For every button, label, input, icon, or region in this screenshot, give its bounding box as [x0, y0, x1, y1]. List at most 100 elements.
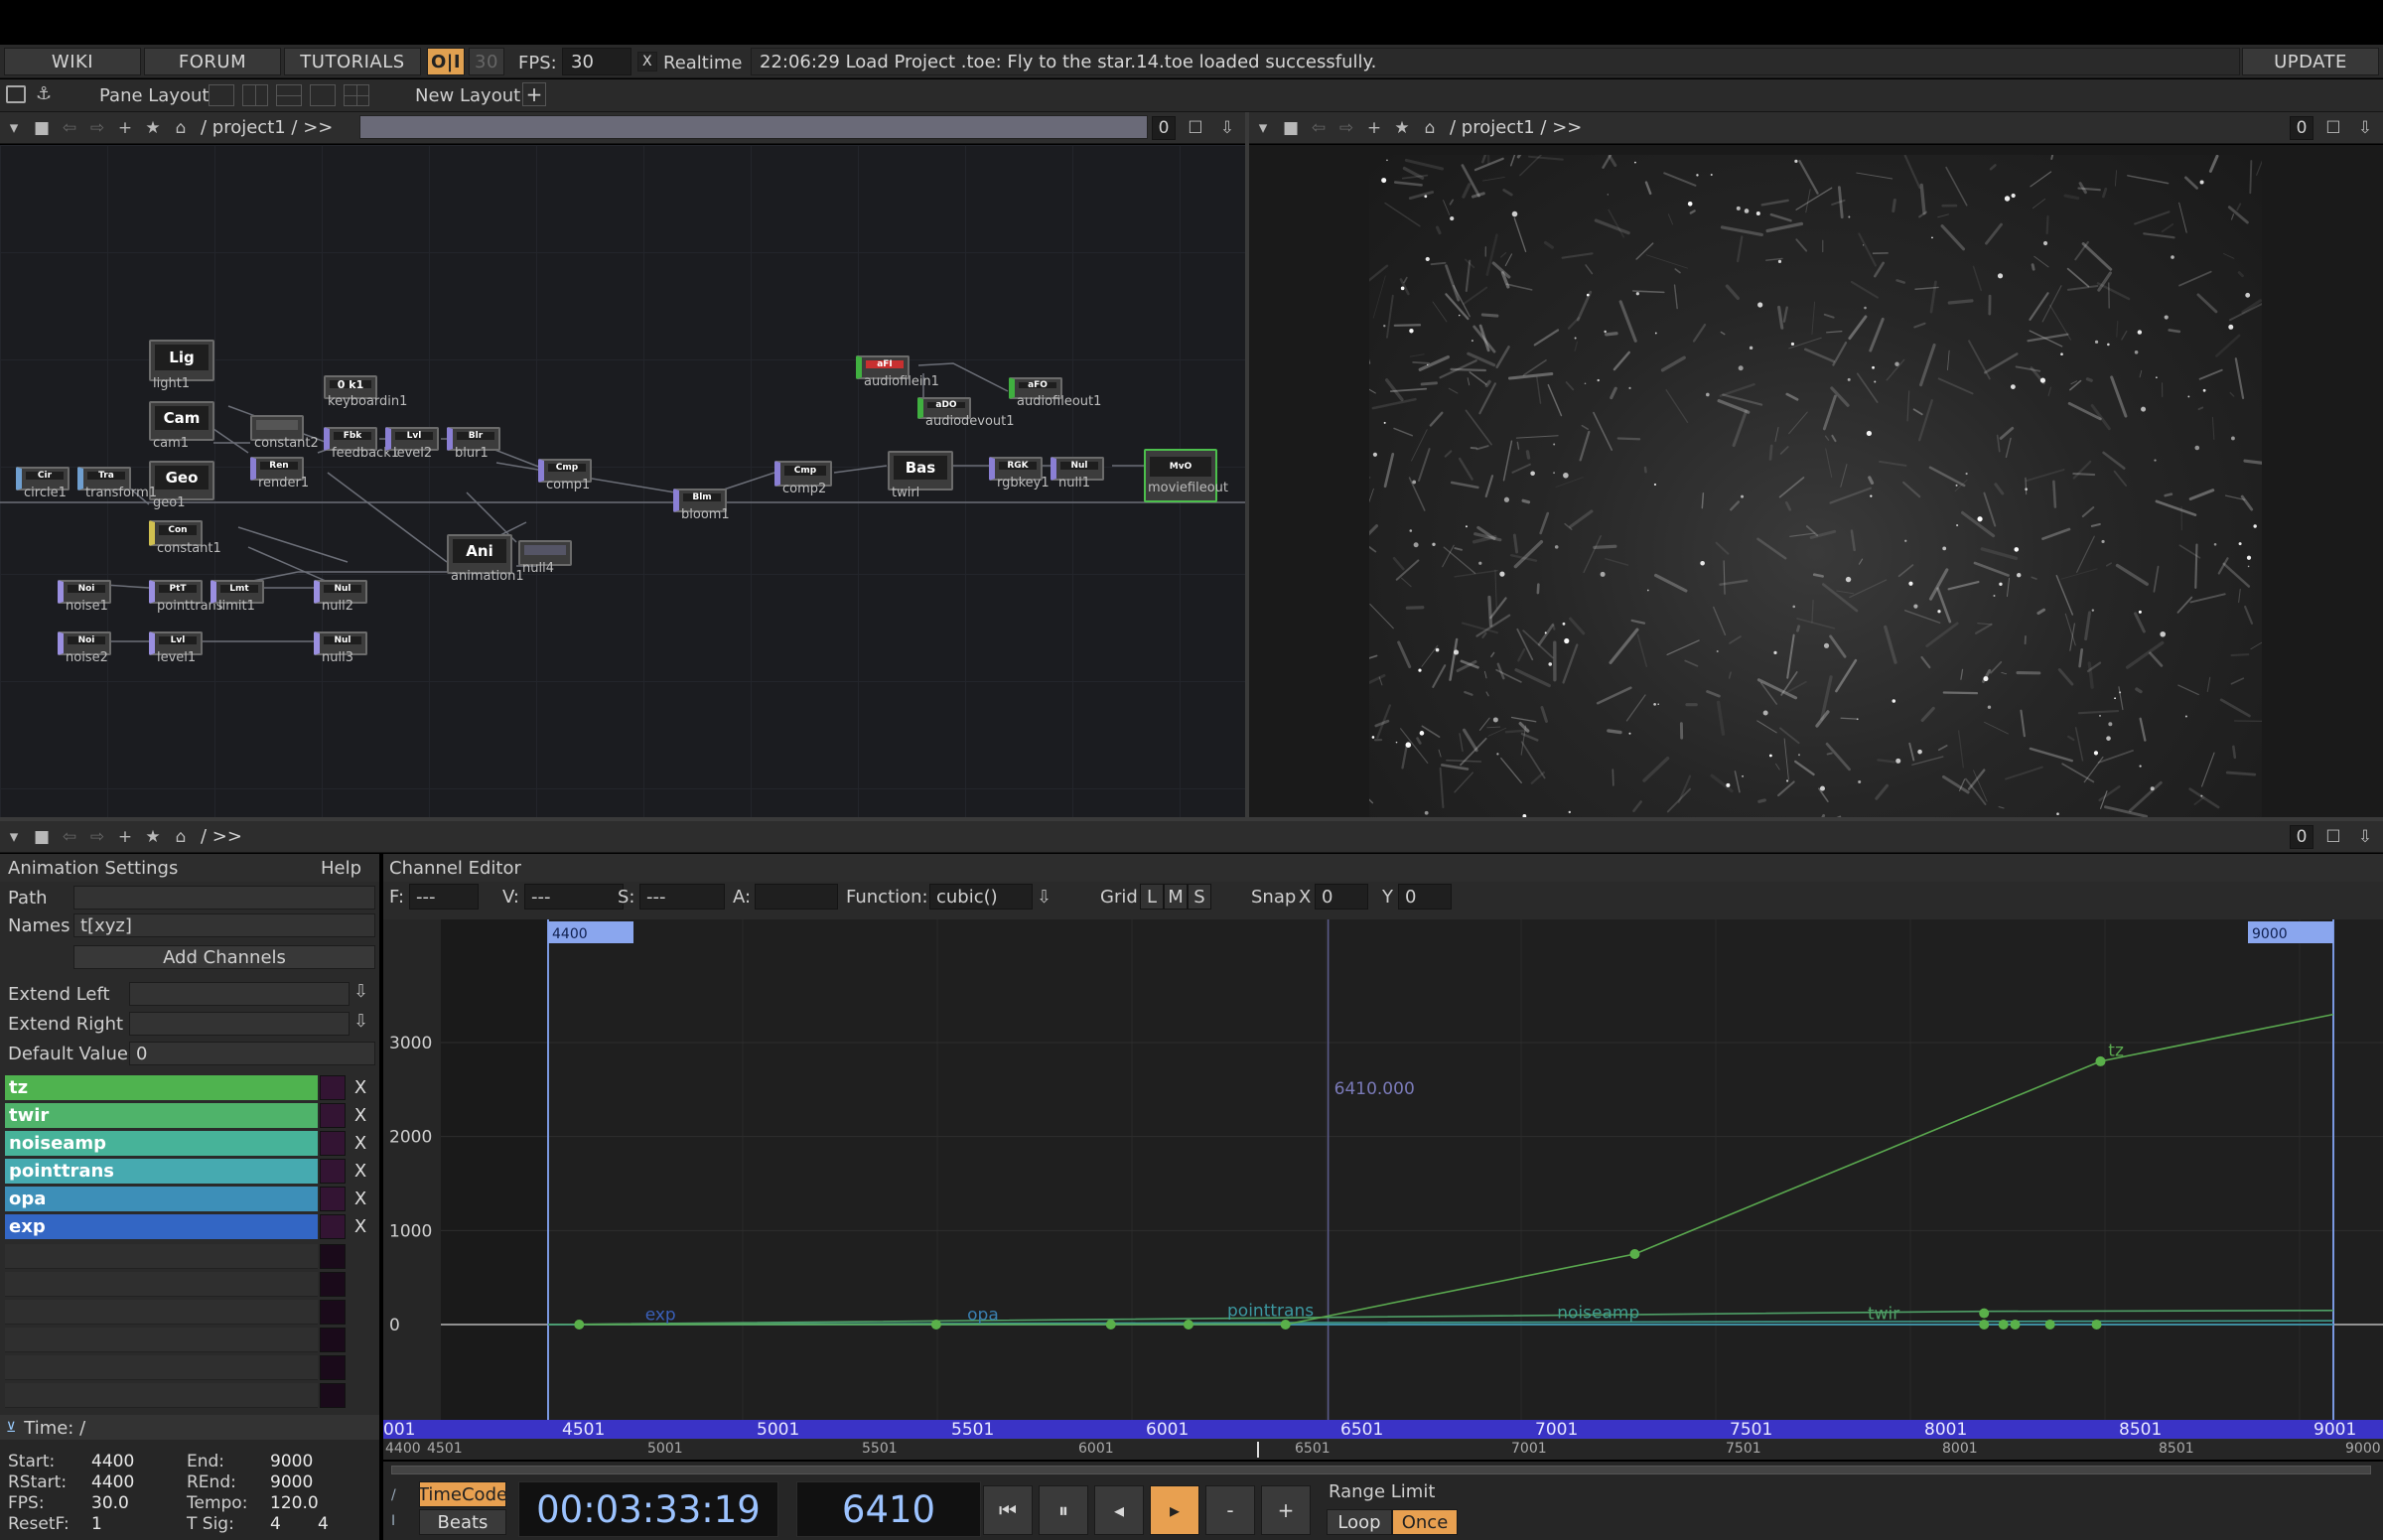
node-constant1[interactable]: Con constant1	[149, 520, 221, 556]
remove-channel-button[interactable]: X	[350, 1131, 371, 1156]
node-comp2[interactable]: Cmp comp2	[774, 461, 832, 496]
extend-left-field[interactable]	[129, 982, 350, 1006]
node-feedback1[interactable]: Fbk feedback1	[324, 427, 399, 461]
realtime-checkbox[interactable]: X	[637, 52, 657, 71]
tutorials-button[interactable]: TUTORIALS	[284, 48, 421, 75]
frame-display[interactable]: 6410	[796, 1481, 981, 1537]
forward-icon[interactable]: ⇨	[83, 114, 111, 142]
rend-value[interactable]: 9000	[270, 1472, 313, 1492]
grid-m-button[interactable]: M	[1164, 884, 1188, 910]
image-icon[interactable]	[6, 85, 26, 103]
slope-field[interactable]: ---	[639, 884, 725, 910]
timeline-scrollbar[interactable]	[391, 1466, 2371, 1474]
layout-quad-icon[interactable]	[344, 84, 369, 106]
time-filter-icon[interactable]: ⊻	[6, 1420, 16, 1436]
wiki-button[interactable]: WIKI	[4, 48, 141, 75]
function-dropdown-icon[interactable]: ⇩	[1037, 884, 1051, 910]
path-input[interactable]	[359, 115, 1148, 139]
timeline-ruler[interactable]: 4400 4501 5001 5501 6001 6501 7001 7501 8001 8501…	[383, 1440, 2383, 1460]
bottom-path[interactable]: / >>	[201, 826, 242, 847]
pause-button[interactable]: ⏸	[1039, 1485, 1088, 1535]
bookmark-star-icon[interactable]: ★	[1388, 114, 1416, 142]
play-forward-button[interactable]: ▸	[1150, 1485, 1199, 1535]
fps-value[interactable]: 30.0	[91, 1493, 129, 1513]
loop-button[interactable]: Loop	[1327, 1509, 1392, 1535]
node-limit1[interactable]: Lmt limit1	[210, 580, 264, 614]
node-twirl[interactable]: Bas twirl	[888, 451, 953, 500]
channel-color-swatch[interactable]	[320, 1187, 346, 1211]
forum-button[interactable]: FORUM	[144, 48, 281, 75]
node-transform1[interactable]: Tra transform1	[77, 467, 157, 500]
fps-field[interactable]: 30	[562, 48, 631, 75]
grid-s-button[interactable]: S	[1188, 884, 1211, 910]
node-animation1[interactable]: Ani animation1	[447, 534, 524, 584]
layout-split-horizontal-icon[interactable]	[276, 84, 302, 106]
beats-toggle-icon[interactable]: I	[391, 1513, 395, 1529]
pane-menu-chevron-icon[interactable]: ▾	[0, 114, 28, 142]
rstart-value[interactable]: 4400	[91, 1472, 134, 1492]
play-reverse-button[interactable]: ◂	[1094, 1485, 1144, 1535]
channel-color-swatch[interactable]	[320, 1075, 346, 1100]
extend-right-dropdown-icon[interactable]: ⇩	[353, 1011, 368, 1032]
remove-channel-button[interactable]: X	[350, 1187, 371, 1211]
add-icon[interactable]: +	[1360, 114, 1388, 142]
layout-split-vertical-icon[interactable]	[242, 84, 268, 106]
update-button[interactable]: UPDATE	[2242, 48, 2379, 75]
channel-row-opa[interactable]: opa	[5, 1187, 318, 1211]
timecode-mode-button[interactable]: TimeCode	[418, 1481, 507, 1507]
node-circle1[interactable]: Cir circle1	[16, 467, 70, 500]
node-level1[interactable]: Lvl level1	[149, 631, 203, 665]
node-bloom1[interactable]: Blm bloom1	[673, 489, 730, 522]
maximize-icon[interactable]: ☐	[1182, 114, 1209, 142]
node-audiofileout1[interactable]: aFO audiofileout1	[1009, 377, 1101, 409]
layout-single-icon[interactable]	[209, 84, 234, 106]
remove-channel-button[interactable]: X	[350, 1075, 371, 1100]
playhead-marker[interactable]	[1257, 1442, 1259, 1458]
step-forward-button[interactable]: +	[1261, 1485, 1311, 1535]
remove-channel-button[interactable]: X	[350, 1214, 371, 1239]
maximize-icon[interactable]: ☐	[2319, 114, 2347, 142]
channel-color-swatch[interactable]	[320, 1131, 346, 1156]
node-null4[interactable]: null4	[518, 540, 572, 576]
extend-right-field[interactable]	[129, 1012, 350, 1036]
layout-triple-icon[interactable]	[310, 84, 336, 106]
beats-mode-button[interactable]: Beats	[419, 1509, 506, 1535]
snap-y-field[interactable]: 0	[1398, 884, 1452, 910]
node-constant2[interactable]: constant2	[250, 415, 319, 451]
accel-field[interactable]	[755, 884, 838, 910]
timecode-toggle-icon[interactable]: /	[391, 1487, 396, 1503]
node-null1[interactable]: Nul null1	[1051, 457, 1104, 490]
node-null3[interactable]: Nul null3	[314, 631, 367, 665]
node-cam1[interactable]: Cam cam1	[149, 401, 214, 451]
add-channels-button[interactable]: Add Channels	[73, 945, 375, 969]
channel-color-swatch[interactable]	[320, 1214, 346, 1239]
add-icon[interactable]: +	[111, 823, 139, 851]
path-field[interactable]	[73, 886, 375, 910]
pane-menu-chevron-icon[interactable]: ▾	[1249, 114, 1277, 142]
end-value[interactable]: 9000	[270, 1452, 313, 1471]
start-value[interactable]: 4400	[91, 1452, 134, 1471]
viewer-pane[interactable]	[1249, 145, 2383, 817]
value-field[interactable]: ---	[524, 884, 624, 910]
channel-row-tz[interactable]: tz	[5, 1075, 318, 1100]
node-rgbkey1[interactable]: RGK rgbkey1	[989, 457, 1050, 490]
help-button[interactable]: Help	[321, 858, 361, 879]
channel-row-exp[interactable]: exp	[5, 1214, 318, 1239]
forward-icon[interactable]: ⇨	[1332, 114, 1360, 142]
node-comp1[interactable]: Cmp comp1	[538, 459, 592, 492]
node-pointtrans[interactable]: PtT pointtrans	[149, 580, 223, 614]
grid-l-button[interactable]: L	[1140, 884, 1164, 910]
pane-split-icon[interactable]: ⇩	[2351, 114, 2379, 142]
channel-row-pointtrans[interactable]: pointtrans	[5, 1159, 318, 1184]
network-editor[interactable]: Lig light1 Cam cam1 Geo geo1 Con constant1 0…	[0, 145, 1245, 817]
stop-icon[interactable]: ■	[28, 114, 56, 142]
add-layout-button[interactable]: +	[522, 82, 546, 106]
names-field[interactable]: t[xyz]	[73, 913, 375, 937]
node-geo1[interactable]: Geo geo1	[149, 461, 214, 510]
node-moviefileout[interactable]: MvO moviefileout	[1144, 449, 1228, 502]
channel-row-noiseamp[interactable]: noiseamp	[5, 1131, 318, 1156]
maximize-icon[interactable]: ☐	[2319, 823, 2347, 851]
channel-color-swatch[interactable]	[320, 1159, 346, 1184]
remove-channel-button[interactable]: X	[350, 1103, 371, 1128]
channel-row-twir[interactable]: twir	[5, 1103, 318, 1128]
